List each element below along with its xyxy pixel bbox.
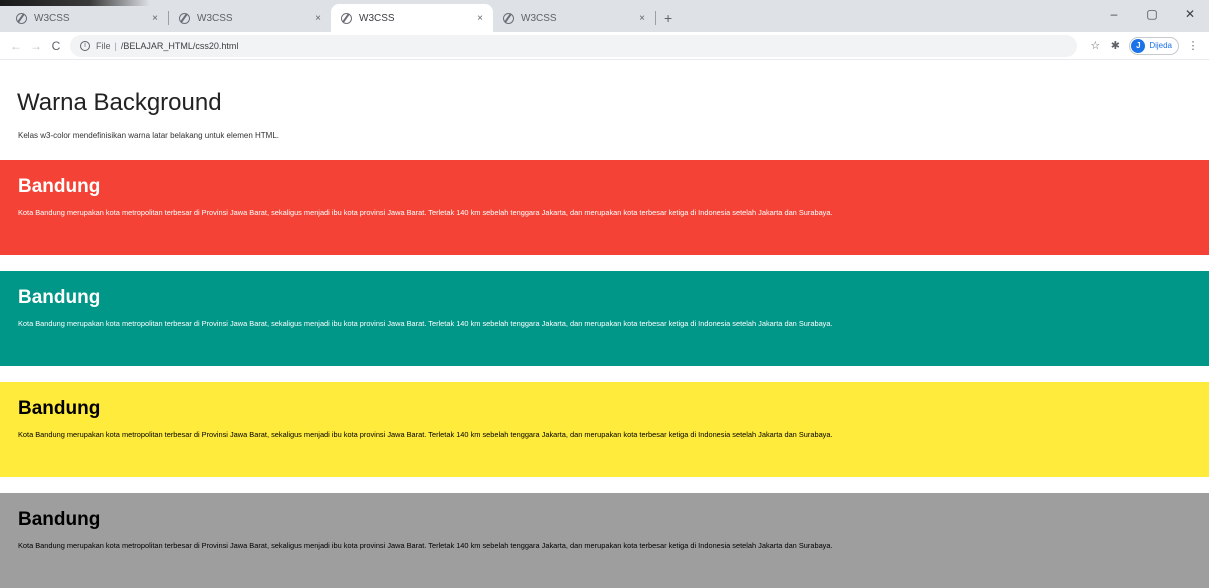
tab-close-icon[interactable]: × xyxy=(152,13,158,24)
tab-w3css-1[interactable]: W3CSS × xyxy=(6,4,168,32)
url-separator: | xyxy=(114,40,117,51)
w3css-favicon-icon xyxy=(179,12,190,24)
page-description: Kelas w3-color mendefinisikan warna lata… xyxy=(18,131,280,140)
red-panel: Bandung Kota Bandung merupakan kota metr… xyxy=(0,160,1209,255)
tab-title: W3CSS xyxy=(34,12,70,24)
tab-strip: W3CSS × W3CSS × W3CSS × W3CSS × + – ▢ ✕ xyxy=(0,0,1209,32)
panel-title: Bandung xyxy=(18,398,101,419)
window-controls: – ▢ ✕ xyxy=(1095,0,1209,28)
w3css-favicon-icon xyxy=(16,12,27,24)
color-panels: Bandung Kota Bandung merupakan kota metr… xyxy=(0,160,1209,588)
panel-title: Bandung xyxy=(18,176,101,197)
panel-text: Kota Bandung merupakan kota metropolitan… xyxy=(18,208,833,217)
forward-button[interactable]: → xyxy=(26,39,46,53)
page-title: Warna Background xyxy=(17,89,222,116)
profile-label: Dijeda xyxy=(1149,41,1172,50)
yellow-panel: Bandung Kota Bandung merupakan kota metr… xyxy=(0,382,1209,477)
new-tab-button[interactable]: + xyxy=(656,4,680,32)
tab-close-icon[interactable]: × xyxy=(639,13,645,24)
panel-text: Kota Bandung merupakan kota metropolitan… xyxy=(18,430,833,439)
browser-window: W3CSS × W3CSS × W3CSS × W3CSS × + – ▢ ✕ … xyxy=(0,0,1209,588)
browser-toolbar: ← → C i File | /BELAJAR_HTML/css20.html … xyxy=(0,32,1209,60)
panel-title: Bandung xyxy=(18,287,101,308)
back-button[interactable]: ← xyxy=(6,39,26,53)
page-content: Warna Background Kelas w3-color mendefin… xyxy=(0,88,1209,588)
tab-close-icon[interactable]: × xyxy=(477,13,483,24)
tab-close-icon[interactable]: × xyxy=(315,13,321,24)
panel-text: Kota Bandung merupakan kota metropolitan… xyxy=(18,541,833,550)
close-window-button[interactable]: ✕ xyxy=(1171,7,1209,21)
bookmark-star-icon[interactable]: ☆ xyxy=(1085,39,1105,52)
teal-panel: Bandung Kota Bandung merupakan kota metr… xyxy=(0,271,1209,366)
tab-w3css-4[interactable]: W3CSS × xyxy=(493,4,655,32)
w3css-favicon-icon xyxy=(341,12,352,24)
tab-title: W3CSS xyxy=(521,12,557,24)
kebab-menu-icon[interactable]: ⋮ xyxy=(1183,39,1203,52)
minimize-button[interactable]: – xyxy=(1095,7,1133,21)
tab-list: W3CSS × W3CSS × W3CSS × W3CSS × + xyxy=(6,4,680,32)
tab-w3css-2[interactable]: W3CSS × xyxy=(169,4,331,32)
reload-button[interactable]: C xyxy=(46,39,66,53)
tab-w3css-3-active[interactable]: W3CSS × xyxy=(331,4,493,32)
url-scheme: File xyxy=(96,40,111,51)
profile-button[interactable]: J Dijeda xyxy=(1129,36,1179,55)
tab-title: W3CSS xyxy=(197,12,233,24)
panel-title: Bandung xyxy=(18,509,101,530)
panel-text: Kota Bandung merupakan kota metropolitan… xyxy=(18,319,833,328)
address-bar[interactable]: i File | /BELAJAR_HTML/css20.html xyxy=(70,34,1078,57)
tab-title: W3CSS xyxy=(359,12,395,24)
extensions-icon[interactable]: ✱ xyxy=(1105,39,1125,52)
avatar: J xyxy=(1131,38,1146,53)
site-info-icon[interactable]: i xyxy=(80,40,90,51)
maximize-button[interactable]: ▢ xyxy=(1133,7,1171,21)
w3css-favicon-icon xyxy=(503,12,514,24)
url-path: /BELAJAR_HTML/css20.html xyxy=(120,40,239,51)
grey-panel: Bandung Kota Bandung merupakan kota metr… xyxy=(0,493,1209,588)
